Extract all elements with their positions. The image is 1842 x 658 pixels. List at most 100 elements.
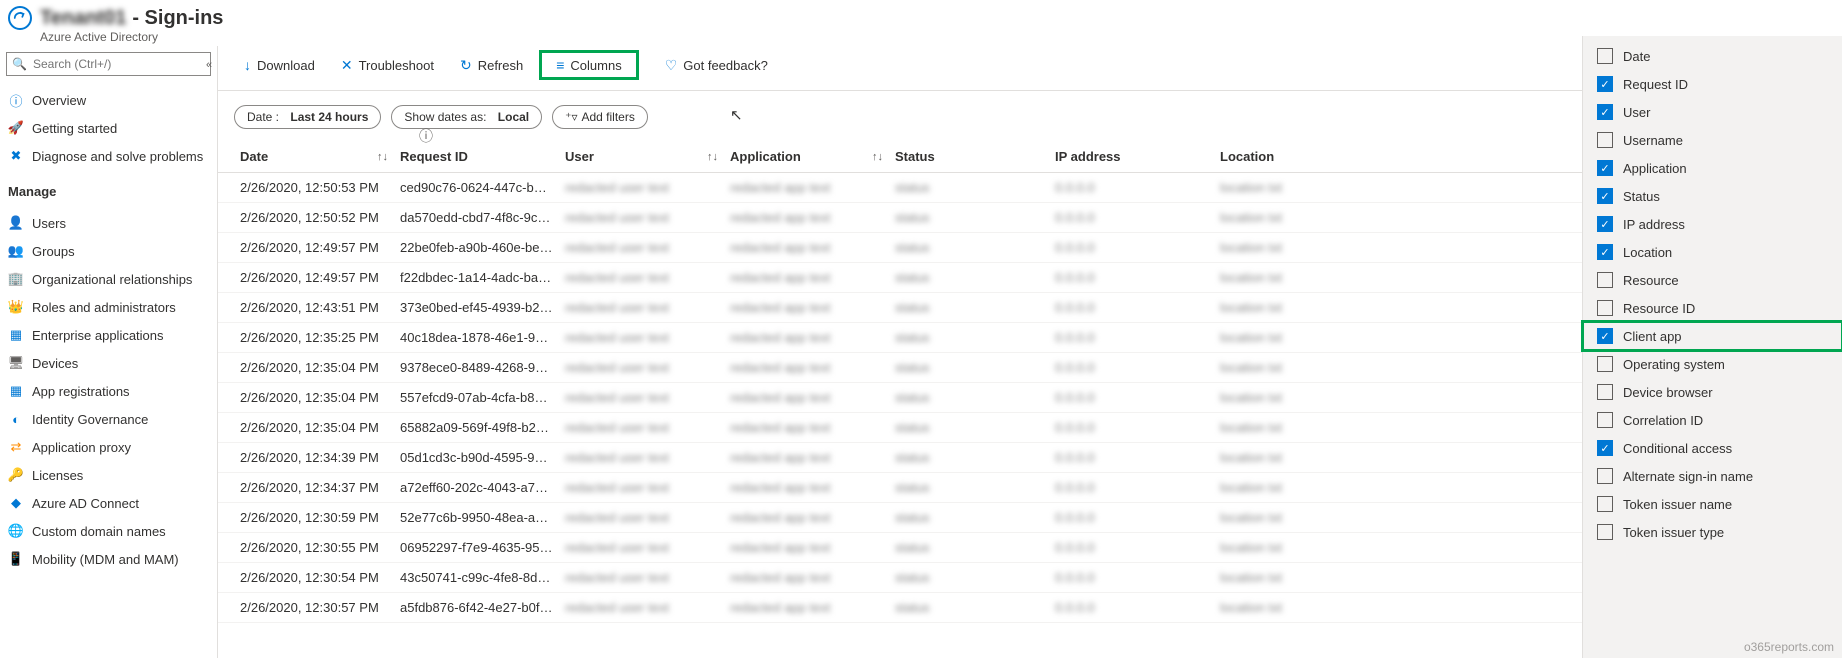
column-toggle-label: Client app <box>1623 329 1682 344</box>
cell-request-id: 05d1cd3c-b90d-4595-9538-8... <box>394 443 559 472</box>
sidebar-search-input[interactable] <box>6 52 211 76</box>
col-user[interactable]: User↑↓ <box>559 141 724 172</box>
column-toggle-label: Location <box>1623 245 1672 260</box>
sidebar-item-users[interactable]: 👤 Users <box>0 209 217 237</box>
sidebar-item-label: Users <box>32 216 66 231</box>
cell-request-id: a5fdb876-6f42-4e27-b0f9-a... <box>394 593 559 622</box>
column-toggle-operating-system[interactable]: Operating system <box>1583 350 1842 378</box>
cell-user: redacted user text <box>559 293 724 322</box>
column-toggle-token-issuer-name[interactable]: Token issuer name <box>1583 490 1842 518</box>
checkbox-icon <box>1597 468 1613 484</box>
cell-application: redacted app text <box>724 263 889 292</box>
columns-button[interactable]: ≡ Columns <box>539 50 638 80</box>
cell-status: status <box>889 233 1049 262</box>
refresh-button[interactable]: ↻ Refresh <box>450 53 533 78</box>
cell-request-id: 65882a09-569f-49f8-b29e-bd... <box>394 413 559 442</box>
column-toggle-request-id[interactable]: ✓Request ID <box>1583 70 1842 98</box>
cell-location: location txt <box>1214 263 1374 292</box>
cell-date: 2/26/2020, 12:35:04 PM <box>234 353 394 382</box>
column-toggle-user[interactable]: ✓User <box>1583 98 1842 126</box>
filter-date-pill[interactable]: Date : Last 24 hours <box>234 105 381 129</box>
cell-date: 2/26/2020, 12:35:04 PM <box>234 413 394 442</box>
column-toggle-username[interactable]: Username <box>1583 126 1842 154</box>
download-button[interactable]: ↓ Download <box>234 53 325 77</box>
column-toggle-status[interactable]: ✓Status <box>1583 182 1842 210</box>
column-toggle-correlation-id[interactable]: Correlation ID <box>1583 406 1842 434</box>
checkbox-icon: ✓ <box>1597 328 1613 344</box>
column-toggle-label: IP address <box>1623 217 1685 232</box>
cell-ip: 0.0.0.0 <box>1049 353 1214 382</box>
add-filters-button[interactable]: ⁺▿ Add filters <box>552 105 648 129</box>
sidebar-item-diagnose-and-solve-problems[interactable]: ✖Diagnose and solve problems <box>0 142 217 170</box>
column-toggle-label: Token issuer name <box>1623 497 1732 512</box>
cell-ip: 0.0.0.0 <box>1049 173 1214 202</box>
sidebar-item-licenses[interactable]: 🔑Licenses <box>0 461 217 489</box>
sidebar-item-label: Roles and administrators <box>32 300 176 315</box>
columns-panel: Date✓Request ID✓UserUsername✓Application… <box>1582 36 1842 658</box>
troubleshoot-button[interactable]: ✕ Troubleshoot <box>331 53 444 78</box>
identity-icon: ◐ <box>8 411 24 427</box>
info-icon: ⓘ <box>8 92 24 108</box>
sidebar-item-application-proxy[interactable]: ⇄Application proxy <box>0 433 217 461</box>
cell-date: 2/26/2020, 12:49:57 PM <box>234 263 394 292</box>
column-toggle-conditional-access[interactable]: ✓Conditional access <box>1583 434 1842 462</box>
sidebar-item-app-registrations[interactable]: ▦App registrations <box>0 377 217 405</box>
apps-icon: ▦ <box>8 327 24 343</box>
sort-icon: ↑↓ <box>707 151 718 163</box>
cell-date: 2/26/2020, 12:35:04 PM <box>234 383 394 412</box>
sidebar-section-manage: Manage <box>0 174 217 205</box>
column-toggle-location[interactable]: ✓Location <box>1583 238 1842 266</box>
sort-icon: ↑↓ <box>872 151 883 163</box>
checkbox-icon <box>1597 132 1613 148</box>
column-toggle-token-issuer-type[interactable]: Token issuer type <box>1583 518 1842 546</box>
sidebar-item-getting-started[interactable]: 🚀Getting started <box>0 114 217 142</box>
aad-logo-icon <box>8 6 32 30</box>
cell-location: location txt <box>1214 293 1374 322</box>
sidebar-item-mobility-mdm-and-mam-[interactable]: 📱Mobility (MDM and MAM) <box>0 545 217 573</box>
column-toggle-ip-address[interactable]: ✓IP address <box>1583 210 1842 238</box>
collapse-sidebar-button[interactable]: « <box>200 56 218 74</box>
cell-status: status <box>889 443 1049 472</box>
column-toggle-application[interactable]: ✓Application <box>1583 154 1842 182</box>
domain-icon: 🌐 <box>8 523 24 539</box>
sidebar-item-label: Enterprise applications <box>32 328 164 343</box>
sidebar-item-custom-domain-names[interactable]: 🌐Custom domain names <box>0 517 217 545</box>
cell-date: 2/26/2020, 12:35:25 PM <box>234 323 394 352</box>
col-date[interactable]: Date↑↓ <box>234 141 394 172</box>
proxy-icon: ⇄ <box>8 439 24 455</box>
sidebar-item-organizational-relationships[interactable]: 🏢Organizational relationships <box>0 265 217 293</box>
cell-request-id: 9378ece0-8489-4268-99d2-96... <box>394 353 559 382</box>
col-ip[interactable]: IP address <box>1049 141 1214 172</box>
refresh-icon: ↻ <box>460 57 472 74</box>
filter-show-dates-pill[interactable]: Show dates as: Local <box>391 105 542 129</box>
checkbox-icon: ✓ <box>1597 440 1613 456</box>
sidebar-item-enterprise-applications[interactable]: ▦ Enterprise applications <box>0 321 217 349</box>
sidebar-item-devices[interactable]: 🖥Devices <box>0 349 217 377</box>
sidebar-item-azure-ad-connect[interactable]: ◆Azure AD Connect <box>0 489 217 517</box>
sidebar-item-label: Azure AD Connect <box>32 496 139 511</box>
info-icon[interactable]: ⓘ <box>419 126 433 146</box>
sidebar-item-roles-and-administrators[interactable]: 👑Roles and administrators <box>0 293 217 321</box>
sidebar-item-overview[interactable]: ⓘOverview <box>0 86 217 114</box>
cell-date: 2/26/2020, 12:43:51 PM <box>234 293 394 322</box>
cell-user: redacted user text <box>559 383 724 412</box>
column-toggle-resource-id[interactable]: Resource ID <box>1583 294 1842 322</box>
column-toggle-client-app[interactable]: ✓ Client app <box>1583 322 1842 350</box>
user-icon: 👤 <box>8 215 24 231</box>
col-status[interactable]: Status <box>889 141 1049 172</box>
column-toggle-alternate-sign-in-name[interactable]: Alternate sign-in name <box>1583 462 1842 490</box>
cell-user: redacted user text <box>559 473 724 502</box>
column-toggle-resource[interactable]: Resource <box>1583 266 1842 294</box>
col-location[interactable]: Location <box>1214 141 1374 172</box>
sidebar-item-groups[interactable]: 👥Groups <box>0 237 217 265</box>
page-header: Tenant01 - Sign-ins <box>0 0 1842 32</box>
column-toggle-device-browser[interactable]: Device browser <box>1583 378 1842 406</box>
column-toggle-label: Alternate sign-in name <box>1623 469 1753 484</box>
feedback-button[interactable]: ♡ Got feedback? <box>655 53 778 78</box>
cell-request-id: 06952297-f7e9-4635-9566-0a... <box>394 533 559 562</box>
sidebar-item-identity-governance[interactable]: ◐Identity Governance <box>0 405 217 433</box>
column-toggle-date[interactable]: Date <box>1583 42 1842 70</box>
cell-application: redacted app text <box>724 203 889 232</box>
col-application[interactable]: Application↑↓ <box>724 141 889 172</box>
sidebar-item-label: Organizational relationships <box>32 272 192 287</box>
